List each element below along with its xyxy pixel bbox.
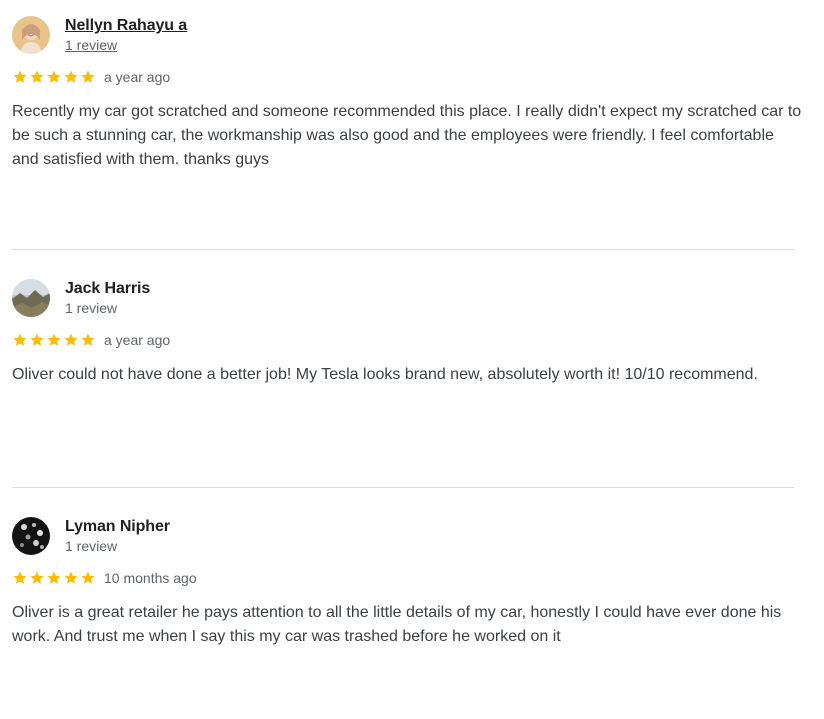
star-icon	[64, 70, 78, 83]
star-icon	[47, 333, 61, 346]
star-icon	[13, 70, 27, 83]
review-text: Recently my car got scratched and someon…	[12, 103, 802, 168]
reviewer-name[interactable]: Jack Harris	[65, 280, 150, 298]
review-time: 10 months ago	[104, 570, 197, 586]
star-icon	[30, 333, 44, 346]
review-card: Nellyn Rahayu a 1 review a year ago Rece…	[12, 16, 801, 186]
star-icon	[13, 333, 27, 346]
review-time: a year ago	[104, 332, 171, 348]
review-text: Oliver could not have done a better job!…	[12, 366, 758, 383]
avatar[interactable]	[12, 16, 50, 54]
reviewer-name[interactable]: Nellyn Rahayu a	[65, 17, 187, 35]
star-icon	[81, 70, 95, 83]
rating-stars	[12, 69, 96, 85]
star-icon	[47, 70, 61, 83]
avatar[interactable]	[12, 279, 50, 317]
star-icon	[30, 70, 44, 83]
review-count[interactable]: 1 review	[65, 538, 117, 554]
star-icon	[64, 571, 78, 584]
review-card: Lyman Nipher 1 review 10 months ago Oliv…	[12, 517, 794, 667]
divider	[12, 487, 794, 488]
star-icon	[64, 333, 78, 346]
star-icon	[81, 333, 95, 346]
review-text: Oliver is a great retailer he pays atten…	[12, 604, 782, 645]
star-icon	[47, 571, 61, 584]
review-card: Jack Harris 1 review a year ago Oliver c…	[12, 279, 794, 429]
review-count[interactable]: 1 review	[65, 300, 117, 316]
review-time: a year ago	[104, 69, 171, 85]
review-count[interactable]: 1 review	[65, 37, 117, 53]
star-icon	[81, 571, 95, 584]
rating-stars	[12, 570, 96, 586]
reviewer-name[interactable]: Lyman Nipher	[65, 518, 170, 536]
rating-stars	[12, 332, 96, 348]
avatar[interactable]	[12, 517, 50, 555]
star-icon	[30, 571, 44, 584]
divider	[12, 249, 794, 250]
star-icon	[13, 571, 27, 584]
